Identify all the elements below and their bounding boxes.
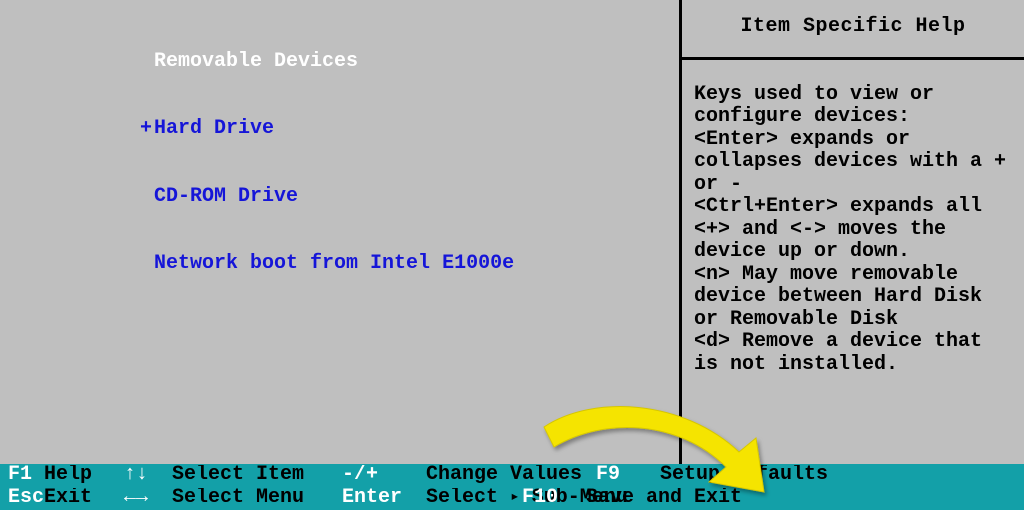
boot-order-pane: Removable Devices +Hard Drive CD-ROM Dri… [0, 0, 679, 465]
label-select: Select ▸ Sub-Menu [426, 488, 522, 510]
footer-row-2: Esc Exit ←→ Select Menu Enter Select ▸ S… [0, 488, 1024, 510]
boot-item-cdrom[interactable]: CD-ROM Drive [44, 163, 679, 231]
boot-item-label: Network boot from Intel E1000e [154, 252, 514, 275]
help-body-text: Keys used to view or configure devices:<… [682, 60, 1024, 387]
help-title: Item Specific Help [682, 0, 1024, 60]
label-help: Help [44, 465, 124, 487]
label-save-and-exit: Save and Exit [586, 488, 1024, 510]
boot-item-label: Hard Drive [154, 117, 274, 140]
boot-order-list[interactable]: Removable Devices +Hard Drive CD-ROM Dri… [14, 28, 679, 298]
boot-item-removable-devices[interactable]: Removable Devices [44, 28, 679, 96]
boot-item-hard-drive[interactable]: +Hard Drive [44, 96, 679, 164]
footer-row-1: F1 Help ↑↓ Select Item -/+ Change Values… [0, 465, 1024, 487]
key-f9: F9 [596, 465, 660, 487]
key-f1: F1 [0, 465, 44, 487]
label-setup-defaults: Setup Defaults [660, 465, 1024, 487]
key-esc: Esc [0, 488, 44, 510]
bios-main-area: Removable Devices +Hard Drive CD-ROM Dri… [0, 0, 1024, 465]
boot-item-label: CD-ROM Drive [154, 185, 298, 208]
label-change-values: Change Values [426, 465, 596, 487]
expand-marker: + [140, 118, 154, 141]
label-exit: Exit [44, 488, 124, 510]
triangle-right-icon: ▸ [510, 488, 520, 509]
help-pane: Item Specific Help Keys used to view or … [679, 0, 1024, 465]
boot-item-label: Removable Devices [154, 50, 358, 73]
boot-item-network[interactable]: Network boot from Intel E1000e [44, 231, 679, 299]
key-leftright: ←→ [124, 488, 172, 510]
key-f10: F10 [522, 488, 586, 510]
key-plusminus: -/+ [342, 465, 426, 487]
key-updown: ↑↓ [124, 465, 172, 487]
label-select-menu: Select Menu [172, 488, 342, 510]
label-select-item: Select Item [172, 465, 342, 487]
footer-key-hints: F1 Help ↑↓ Select Item -/+ Change Values… [0, 464, 1024, 510]
key-enter: Enter [342, 488, 426, 510]
